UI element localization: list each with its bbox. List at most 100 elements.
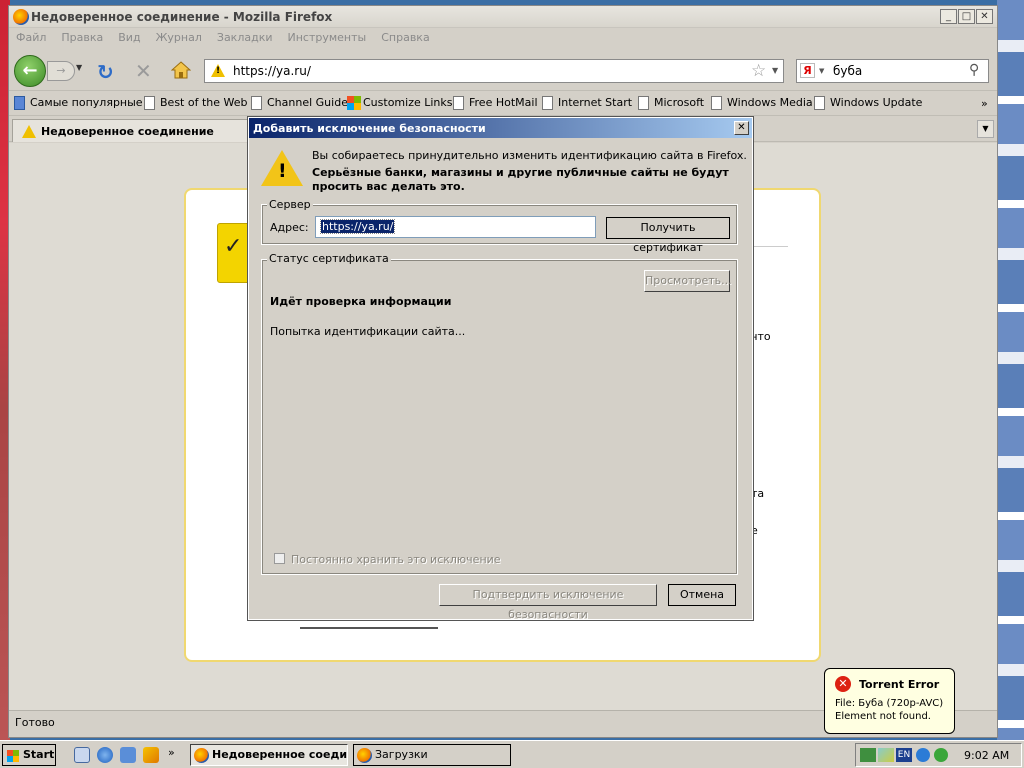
page-icon bbox=[711, 96, 722, 110]
url-text[interactable]: https://ya.ru/ bbox=[233, 64, 311, 78]
bookmark-internet-start[interactable]: Internet Start bbox=[540, 96, 632, 112]
windows-logo-icon bbox=[347, 96, 361, 110]
tab-untrusted-connection[interactable]: Недоверенное соединение bbox=[12, 119, 250, 142]
error-icon: ✕ bbox=[835, 676, 851, 692]
untrusted-error-icon: ✓ bbox=[217, 223, 251, 283]
dialog-title-bar: Добавить исключение безопасности ✕ bbox=[249, 118, 752, 138]
quicklaunch-overflow-icon[interactable]: » bbox=[168, 746, 175, 759]
window-title: Недоверенное соединение - Mozilla Firefo… bbox=[31, 10, 333, 24]
reload-icon[interactable]: ↻ bbox=[97, 60, 114, 84]
minimize-button[interactable]: _ bbox=[940, 9, 957, 24]
firefox-icon bbox=[13, 9, 29, 25]
menu-bar: Файл Правка Вид Журнал Закладки Инструменты Сп… bbox=[9, 31, 997, 49]
navigation-toolbar: ← → ▼ ↻ ✕ ! https://ya.ru/ ☆ ▼ Я ▼ буба … bbox=[9, 53, 997, 91]
system-tray: EN 9:02 AM bbox=[855, 743, 1022, 767]
page-icon bbox=[144, 96, 155, 110]
page-icon bbox=[814, 96, 825, 110]
view-certificate-button[interactable]: Просмотреть... bbox=[644, 270, 732, 292]
url-bar[interactable]: ! https://ya.ru/ ☆ ▼ bbox=[204, 59, 784, 83]
permanent-exception-label[interactable]: Постоянно хранить это исключение bbox=[291, 553, 501, 566]
bookmark-customize-links[interactable]: Customize Links bbox=[345, 96, 453, 112]
maximize-button[interactable]: □ bbox=[958, 9, 975, 24]
history-dropdown-icon[interactable]: ▼ bbox=[76, 63, 82, 72]
page-icon bbox=[251, 96, 262, 110]
dialog-close-button[interactable]: ✕ bbox=[734, 121, 749, 135]
search-bar[interactable]: Я ▼ буба ⚲ bbox=[796, 59, 989, 83]
firefox-icon bbox=[194, 748, 209, 763]
bookmark-free-hotmail[interactable]: Free HotMail bbox=[451, 96, 538, 112]
bookmarks-toolbar: Самые популярные Best of the Web Channel… bbox=[9, 92, 997, 116]
get-certificate-button[interactable]: Получить сертификат bbox=[606, 217, 730, 254]
taskbar: Start » Недоверенное соеди... Загрузки E… bbox=[0, 740, 1024, 768]
bookmark-channel-guide[interactable]: Channel Guide bbox=[249, 96, 348, 112]
bookmarks-overflow-icon[interactable]: » bbox=[981, 97, 988, 110]
menu-history[interactable]: Журнал bbox=[156, 31, 202, 44]
cancel-button[interactable]: Отмена bbox=[668, 584, 736, 606]
media-player-icon[interactable] bbox=[143, 747, 159, 763]
close-button[interactable]: ✕ bbox=[976, 9, 993, 24]
balloon-line-2: Element not found. bbox=[835, 711, 931, 722]
menu-view[interactable]: Вид bbox=[118, 31, 140, 44]
bookmark-windows-media[interactable]: Windows Media bbox=[709, 96, 813, 112]
page-text-fragment: что bbox=[751, 330, 771, 343]
address-input[interactable]: https://ya.ru/ bbox=[315, 216, 596, 238]
bookmark-windows-update[interactable]: Windows Update bbox=[812, 96, 922, 112]
network-icon[interactable] bbox=[860, 748, 876, 762]
yandex-icon[interactable]: Я bbox=[800, 63, 815, 78]
tab-list-dropdown-icon[interactable]: ▼ bbox=[977, 120, 994, 138]
server-legend: Сервер bbox=[267, 198, 313, 211]
url-dropdown-icon[interactable]: ▼ bbox=[772, 66, 778, 75]
balloon-title: Torrent Error bbox=[859, 678, 940, 691]
torrent-error-balloon[interactable]: ✕ Torrent Error File: Буба (720p-AVC) El… bbox=[824, 668, 955, 734]
back-button[interactable]: ← bbox=[14, 55, 46, 87]
search-icon[interactable]: ⚲ bbox=[969, 62, 979, 78]
menu-tools[interactable]: Инструменты bbox=[288, 31, 367, 44]
home-icon[interactable] bbox=[171, 61, 191, 79]
outlook-express-icon[interactable] bbox=[120, 747, 136, 763]
taskbar-item-firefox[interactable]: Недоверенное соеди... bbox=[190, 744, 348, 766]
add-security-exception-dialog: Добавить исключение безопасности ✕ ! Вы … bbox=[247, 116, 754, 621]
warning-icon bbox=[22, 125, 36, 138]
confirm-exception-button[interactable]: Подтвердить исключение безопасности bbox=[439, 584, 657, 621]
folder-icon bbox=[14, 96, 25, 110]
show-desktop-icon[interactable] bbox=[74, 747, 90, 763]
title-bar: Недоверенное соединение - Mozilla Firefo… bbox=[9, 6, 997, 28]
address-value[interactable]: https://ya.ru/ bbox=[319, 219, 396, 234]
permanent-exception-checkbox[interactable] bbox=[274, 553, 285, 564]
forward-button[interactable]: → bbox=[47, 61, 75, 81]
search-input[interactable]: буба bbox=[833, 64, 862, 78]
menu-bookmarks[interactable]: Закладки bbox=[217, 31, 273, 44]
warning-icon: ! bbox=[261, 150, 303, 186]
dialog-title: Добавить исключение безопасности bbox=[253, 122, 486, 135]
bluetooth-icon[interactable] bbox=[916, 748, 930, 762]
menu-file[interactable]: Файл bbox=[16, 31, 46, 44]
start-button[interactable]: Start bbox=[2, 744, 56, 766]
dialog-intro-text: Вы собираетесь принудительно изменить ид… bbox=[312, 149, 747, 162]
dialog-warning-text: Серьёзные банки, магазины и другие публи… bbox=[312, 166, 729, 193]
torrent-icon[interactable] bbox=[934, 748, 948, 762]
bookmark-best-of-web[interactable]: Best of the Web bbox=[142, 96, 247, 112]
internet-explorer-icon[interactable] bbox=[97, 747, 113, 763]
page-icon bbox=[638, 96, 649, 110]
page-icon bbox=[453, 96, 464, 110]
warning-icon: ! bbox=[211, 64, 225, 77]
desktop-background-right bbox=[997, 0, 1024, 740]
attempt-text: Попытка идентификации сайта... bbox=[270, 325, 466, 338]
search-engine-dropdown-icon[interactable]: ▼ bbox=[819, 67, 824, 75]
balloon-line-1: File: Буба (720p-AVC) bbox=[835, 698, 944, 709]
status-text: Готово bbox=[15, 716, 55, 729]
address-label: Адрес: bbox=[270, 221, 309, 234]
windows-logo-icon bbox=[7, 750, 19, 762]
bookmark-microsoft[interactable]: Microsoft bbox=[636, 96, 704, 112]
language-indicator[interactable]: EN bbox=[896, 748, 912, 762]
certificate-status-legend: Статус сертификата bbox=[267, 252, 391, 265]
hidden-button-edge bbox=[300, 625, 438, 629]
menu-edit[interactable]: Правка bbox=[61, 31, 103, 44]
menu-help[interactable]: Справка bbox=[381, 31, 429, 44]
clock: 9:02 AM bbox=[964, 749, 1010, 762]
power-icon[interactable] bbox=[878, 748, 894, 762]
bookmark-most-visited[interactable]: Самые популярные bbox=[12, 96, 143, 112]
bookmark-star-icon[interactable]: ☆ bbox=[751, 61, 766, 81]
stop-icon[interactable]: ✕ bbox=[135, 59, 152, 83]
taskbar-item-downloads[interactable]: Загрузки bbox=[353, 744, 511, 766]
